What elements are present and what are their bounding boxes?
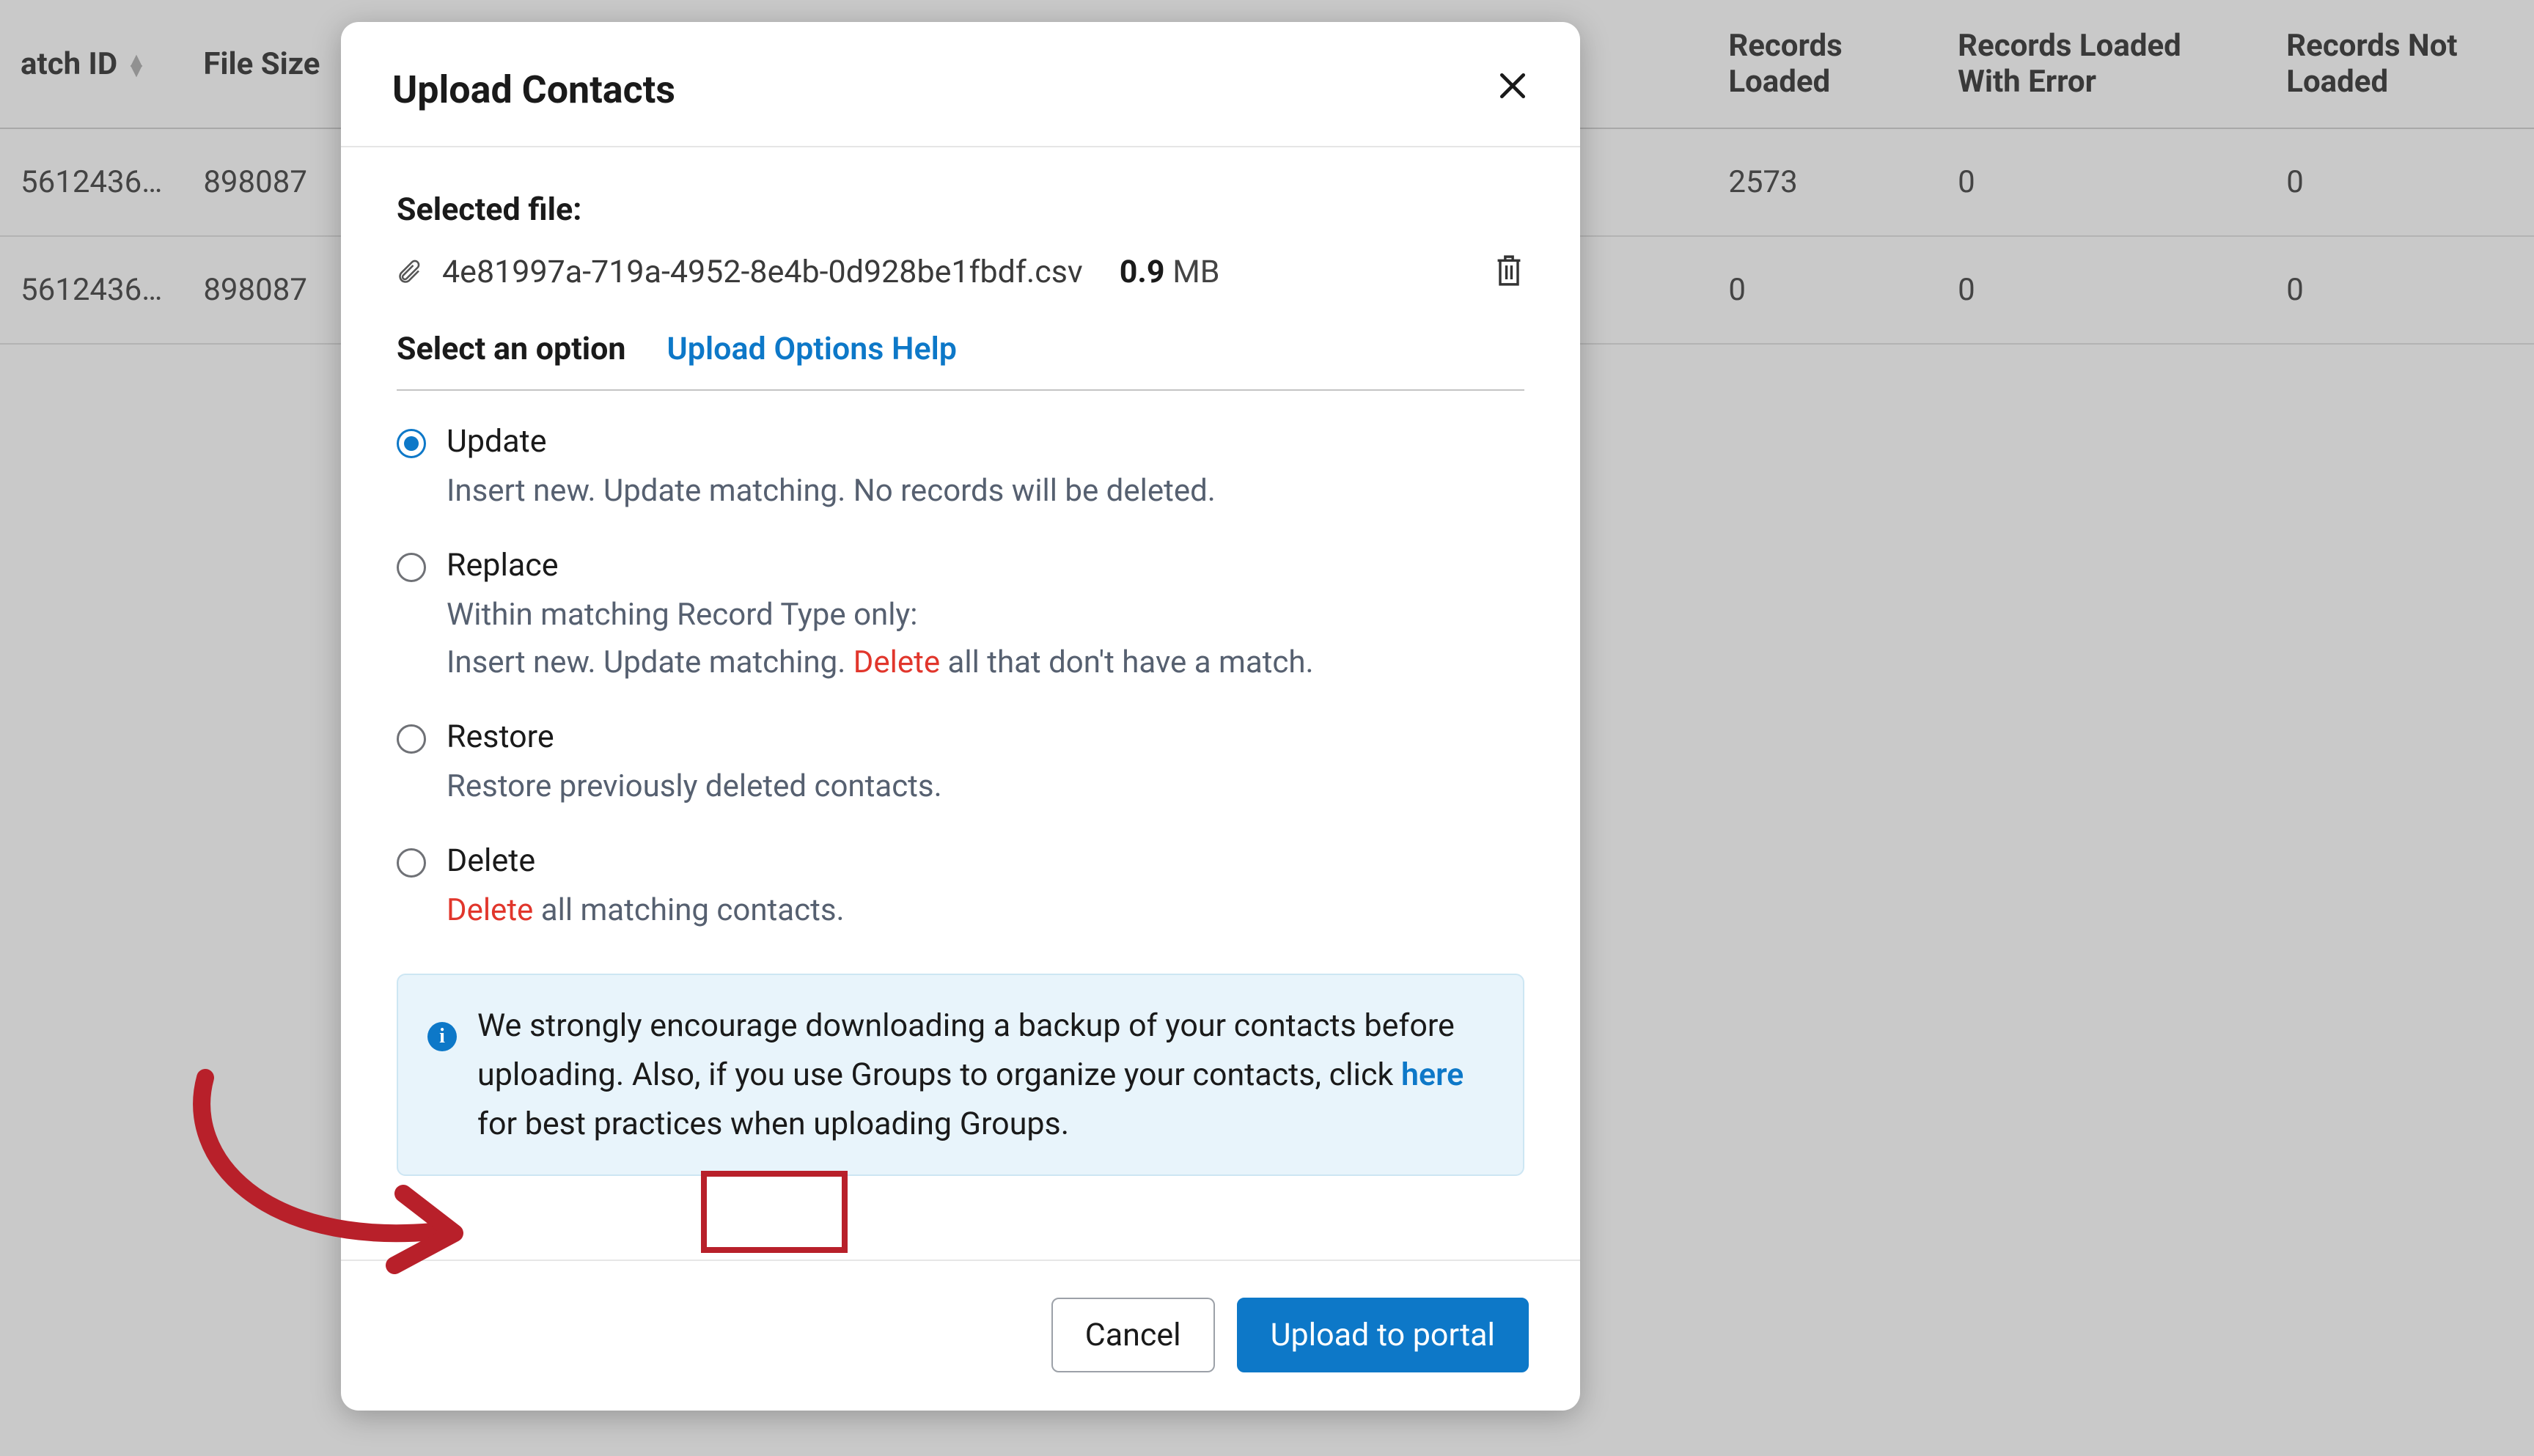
radio-replace-title: Replace bbox=[447, 547, 1314, 584]
info-banner: i We strongly encourage downloading a ba… bbox=[397, 974, 1524, 1176]
radio-delete-desc: Delete all matching contacts. bbox=[447, 886, 845, 934]
radio-restore-title: Restore bbox=[447, 718, 942, 755]
upload-options-help-link[interactable]: Upload Options Help bbox=[667, 331, 957, 367]
annotation-highlight-box bbox=[701, 1171, 848, 1253]
selected-file-row: 4e81997a-719a-4952-8e4b-0d928be1fbdf.csv… bbox=[397, 253, 1524, 291]
radio-update-desc: Insert new. Update matching. No records … bbox=[447, 467, 1216, 515]
trash-icon bbox=[1494, 253, 1524, 288]
radio-update-title: Update bbox=[447, 423, 1216, 460]
info-text: We strongly encourage downloading a back… bbox=[477, 1001, 1494, 1148]
radio-restore-desc: Restore previously deleted contacts. bbox=[447, 762, 942, 810]
radio-update[interactable] bbox=[397, 429, 426, 458]
upload-options-group: Update Insert new. Update matching. No r… bbox=[397, 423, 1524, 934]
paperclip-icon bbox=[397, 257, 423, 287]
select-option-label: Select an option bbox=[397, 331, 626, 367]
modal-title: Upload Contacts bbox=[392, 67, 675, 112]
radio-restore[interactable] bbox=[397, 724, 426, 754]
close-button[interactable] bbox=[1491, 64, 1535, 111]
cancel-button[interactable]: Cancel bbox=[1051, 1298, 1215, 1372]
radio-replace-desc: Within matching Record Type only: Insert… bbox=[447, 591, 1314, 686]
upload-contacts-modal: Upload Contacts Selected file: 4e81997a-… bbox=[341, 22, 1580, 1411]
radio-delete[interactable] bbox=[397, 848, 426, 878]
remove-file-button[interactable] bbox=[1494, 253, 1524, 291]
info-icon: i bbox=[427, 1022, 457, 1051]
file-name: 4e81997a-719a-4952-8e4b-0d928be1fbdf.csv bbox=[442, 254, 1083, 290]
close-icon bbox=[1496, 70, 1529, 102]
file-size: 0.9 bbox=[1120, 254, 1165, 290]
groups-best-practices-link[interactable]: here bbox=[1401, 1056, 1464, 1093]
radio-replace[interactable] bbox=[397, 553, 426, 582]
selected-file-label: Selected file: bbox=[397, 191, 1524, 228]
radio-delete-title: Delete bbox=[447, 842, 845, 879]
upload-to-portal-button[interactable]: Upload to portal bbox=[1237, 1298, 1529, 1372]
